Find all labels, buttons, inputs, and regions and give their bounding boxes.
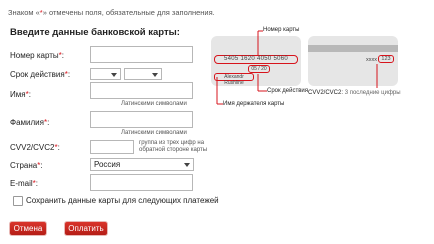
cvv-sample: 123 (378, 55, 394, 63)
cvv-label: CVV2/CVC2*: (10, 143, 60, 152)
cvv-callout: CVV2/CVC2: 3 последние цифры (308, 90, 401, 96)
surname-hint: Латинскими символами (121, 130, 187, 136)
email-input[interactable] (90, 174, 193, 191)
card-number-callout: Номер карты (263, 27, 300, 33)
card-number-input[interactable] (90, 46, 193, 63)
name-hint: Латинскими символами (121, 101, 187, 107)
surname-input[interactable] (90, 111, 193, 128)
cvv-hint: группа из трех цифр на обратной стороне к… (139, 140, 208, 153)
save-card-checkbox[interactable] (13, 196, 23, 206)
country-label: Страна*: (10, 161, 43, 170)
name-label: Имя*: (10, 90, 31, 99)
back-card-digits: xxxx (366, 57, 377, 63)
expiry-label: Срок действия*: (10, 70, 71, 79)
expiry-sample: 05 / 20 (248, 65, 270, 73)
form-title: Введите данные банковской карты: (10, 27, 180, 38)
card-illustration: Номер карты 5405 1620 4050 5060 05 / 20 … (203, 0, 434, 150)
expiry-year-select[interactable] (124, 68, 162, 80)
cancel-button[interactable]: Отмена (10, 222, 46, 235)
chevron-down-icon (152, 73, 158, 77)
email-label: E-mail*: (10, 179, 39, 188)
name-input[interactable] (90, 82, 193, 99)
expiry-month-select[interactable] (90, 68, 121, 80)
chevron-down-icon (111, 73, 117, 77)
card-number-label: Номер карты*: (10, 51, 65, 60)
save-card-label: Сохранить данные карты для следующих пла… (26, 196, 219, 205)
cardholder-sample: Alexandr Rushline (214, 73, 254, 86)
holder-callout: Имя держателя карты (223, 101, 285, 107)
cvv-input[interactable] (90, 140, 134, 154)
surname-label: Фамилия*: (10, 118, 50, 127)
required-fields-notice: Знаком «*» отмечены поля, обязательные д… (8, 8, 215, 17)
chevron-down-icon (184, 163, 190, 167)
card-number-sample: 5405 1620 4050 5060 (214, 55, 298, 64)
pay-button[interactable]: Оплатить (65, 222, 107, 235)
expiry-callout: Срок действия (267, 88, 309, 94)
country-select[interactable]: Россия (90, 158, 194, 171)
